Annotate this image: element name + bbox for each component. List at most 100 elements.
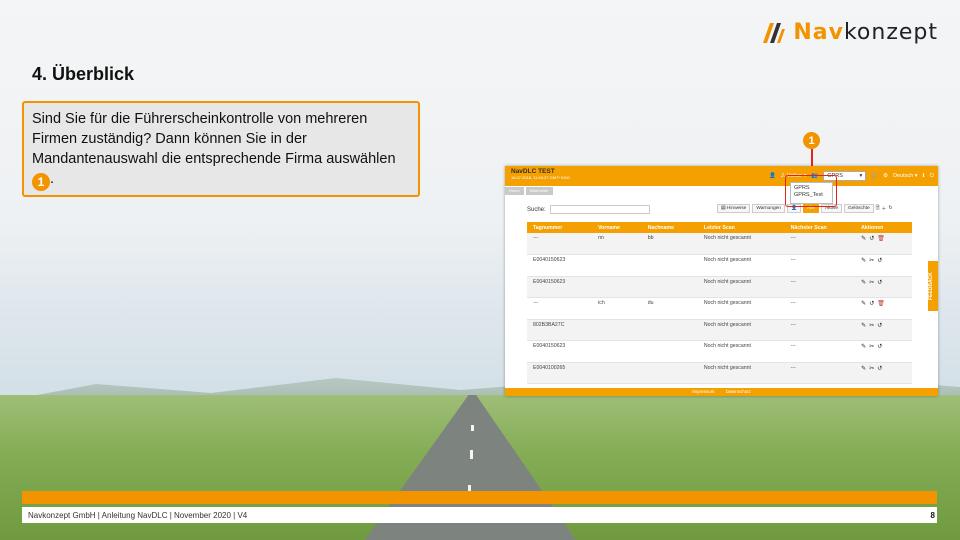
- road-marking: [470, 450, 473, 459]
- edit-icon[interactable]: ✎: [861, 280, 869, 286]
- search-input[interactable]: [549, 205, 650, 214]
- user-icon: 👤: [769, 173, 777, 179]
- logo-text: Navkonzept: [793, 20, 938, 45]
- history-icon[interactable]: ↺: [877, 280, 885, 286]
- cell-next-scan: ---: [784, 297, 856, 320]
- cell-last-scan: Noch nicht gescannt: [697, 233, 785, 255]
- unassign-icon[interactable]: ✂: [869, 280, 877, 286]
- table-row[interactable]: E0040100265 Noch nicht gescannt --- ✎✂↺: [527, 362, 912, 384]
- breadcrumb: Home Mitarbeiter: [505, 187, 553, 195]
- history-icon[interactable]: ↺: [869, 236, 877, 242]
- power-icon[interactable]: ⏻: [930, 173, 934, 180]
- document-icon[interactable]: 🗎: [876, 205, 880, 213]
- history-icon[interactable]: ↺: [877, 366, 885, 372]
- table-row[interactable]: E0040150623 Noch nicht gescannt --- ✎✂↺: [527, 276, 912, 298]
- delete-icon[interactable]: 🗑: [877, 301, 888, 307]
- add-icon[interactable]: ＋: [882, 205, 887, 212]
- slide-footer: Navkonzept GmbH | Anleitung NavDLC | Nov…: [22, 507, 937, 523]
- cell-last-scan: Noch nicht gescannt: [697, 362, 785, 384]
- privacy-link[interactable]: Datenschutz: [726, 389, 751, 394]
- cell-tag: E0040150623: [527, 276, 593, 298]
- cell-last-scan: Noch nicht gescannt: [697, 319, 785, 341]
- cell-lastname: [641, 319, 698, 341]
- edit-icon[interactable]: ✎: [861, 344, 869, 350]
- cell-last-scan: Noch nicht gescannt: [697, 254, 785, 277]
- language-select[interactable]: Deutsch ▾: [893, 173, 917, 179]
- history-icon[interactable]: ↺: [877, 344, 885, 350]
- app-datetime: 16.07.2018, 11:00:27 GMT+0200: [511, 175, 570, 180]
- column-header[interactable]: Vorname: [592, 222, 642, 233]
- cell-tag: 802B3BA27C: [527, 319, 593, 341]
- cell-last-scan: Noch nicht gescannt: [697, 340, 785, 363]
- history-icon[interactable]: ↺: [877, 323, 885, 329]
- unassign-icon[interactable]: ✂: [869, 366, 877, 372]
- delete-icon[interactable]: 🗑: [877, 236, 888, 242]
- filter-warnings[interactable]: Warnungen: [752, 204, 785, 213]
- cell-firstname: [592, 276, 642, 298]
- refresh-icon[interactable]: ↻: [888, 206, 892, 211]
- cell-actions: ✎✂↺: [855, 340, 912, 363]
- logo-konzept: konzept: [843, 20, 938, 45]
- breadcrumb-item[interactable]: Home: [505, 187, 524, 195]
- table-row[interactable]: --- ich du Noch nicht gescannt --- ✎↺🗑: [527, 297, 912, 320]
- app-footer: Impressum Datenschutz: [505, 388, 938, 396]
- footer-accent-bar: [22, 491, 937, 504]
- edit-icon[interactable]: ✎: [861, 323, 869, 329]
- edit-icon[interactable]: ✎: [861, 366, 869, 372]
- table-row[interactable]: 802B3BA27C Noch nicht gescannt --- ✎✂↺: [527, 319, 912, 341]
- filter-hints-label: Hinweise: [726, 206, 747, 211]
- breadcrumb-item[interactable]: Mitarbeiter: [525, 187, 553, 195]
- cell-actions: ✎↺🗑: [855, 297, 912, 320]
- app-brand: NavDLC TEST 16.07.2018, 11:00:27 GMT+020…: [511, 168, 570, 180]
- cell-lastname: [641, 276, 698, 298]
- cell-actions: ✎↺🗑: [855, 233, 912, 255]
- cell-next-scan: ---: [784, 340, 856, 363]
- cell-lastname: [641, 340, 698, 363]
- history-icon[interactable]: ↺: [869, 301, 877, 307]
- column-header[interactable]: Nachname: [641, 222, 698, 233]
- app-name: NavDLC TEST: [511, 168, 555, 175]
- table-row[interactable]: E0040150623 Noch nicht gescannt --- ✎✂↺: [527, 340, 912, 363]
- cell-firstname: ich: [592, 297, 642, 320]
- cell-last-scan: Noch nicht gescannt: [697, 276, 785, 298]
- cell-firstname: [592, 362, 642, 384]
- cell-tag: E0040150623: [527, 254, 593, 277]
- unassign-icon[interactable]: ✂: [869, 258, 877, 264]
- search-label: Suche:: [527, 206, 546, 213]
- logo-mark-icon: [763, 22, 786, 43]
- history-icon[interactable]: ↺: [877, 258, 885, 264]
- imprint-link[interactable]: Impressum: [692, 389, 714, 394]
- info-callout: Sind Sie für die Führerscheinkontrolle v…: [22, 101, 420, 197]
- feedback-tab[interactable]: FEEDBACK: [928, 261, 938, 311]
- column-header[interactable]: Letzter Scan: [697, 222, 785, 233]
- edit-icon[interactable]: ✎: [861, 301, 869, 307]
- logo-nav: Nav: [793, 20, 844, 45]
- app-screenshot: 1 NavDLC TEST 16.07.2018, 11:00:27 GMT+0…: [505, 132, 938, 396]
- info-icon[interactable]: ℹ: [923, 173, 925, 179]
- cell-next-scan: ---: [784, 319, 856, 341]
- edit-icon[interactable]: ✎: [861, 236, 869, 242]
- cell-actions: ✎✂↺: [855, 319, 912, 341]
- column-header[interactable]: Nächster Scan: [784, 222, 856, 233]
- table-row[interactable]: E0040150623 Noch nicht gescannt --- ✎✂↺: [527, 254, 912, 277]
- page-title: 4. Überblick: [32, 64, 135, 84]
- cell-tag: E0040150623: [527, 340, 593, 363]
- cell-tag: ---: [527, 297, 593, 320]
- highlight-frame: [785, 175, 837, 207]
- callout-text: Sind Sie für die Führerscheinkontrolle v…: [32, 111, 396, 167]
- cell-next-scan: ---: [784, 233, 856, 255]
- cart-icon[interactable]: 🛒: [871, 173, 878, 179]
- table-row[interactable]: --- nn bb Noch nicht gescannt --- ✎↺🗑: [527, 233, 912, 255]
- annotation-badge: 1: [803, 132, 820, 149]
- filter-hints[interactable]: ▤ Hinweise: [717, 204, 751, 213]
- column-header[interactable]: Tagnummer: [527, 222, 593, 233]
- unassign-icon[interactable]: ✂: [869, 344, 877, 350]
- gear-icon[interactable]: ⚙: [883, 173, 888, 179]
- edit-icon[interactable]: ✎: [861, 258, 869, 264]
- unassign-icon[interactable]: ✂: [869, 323, 877, 329]
- cell-tag: E0040100265: [527, 362, 593, 384]
- cell-lastname: [641, 254, 698, 277]
- cell-next-scan: ---: [784, 362, 856, 384]
- filter-deleted[interactable]: Gelöschte: [844, 204, 874, 213]
- cell-actions: ✎✂↺: [855, 254, 912, 277]
